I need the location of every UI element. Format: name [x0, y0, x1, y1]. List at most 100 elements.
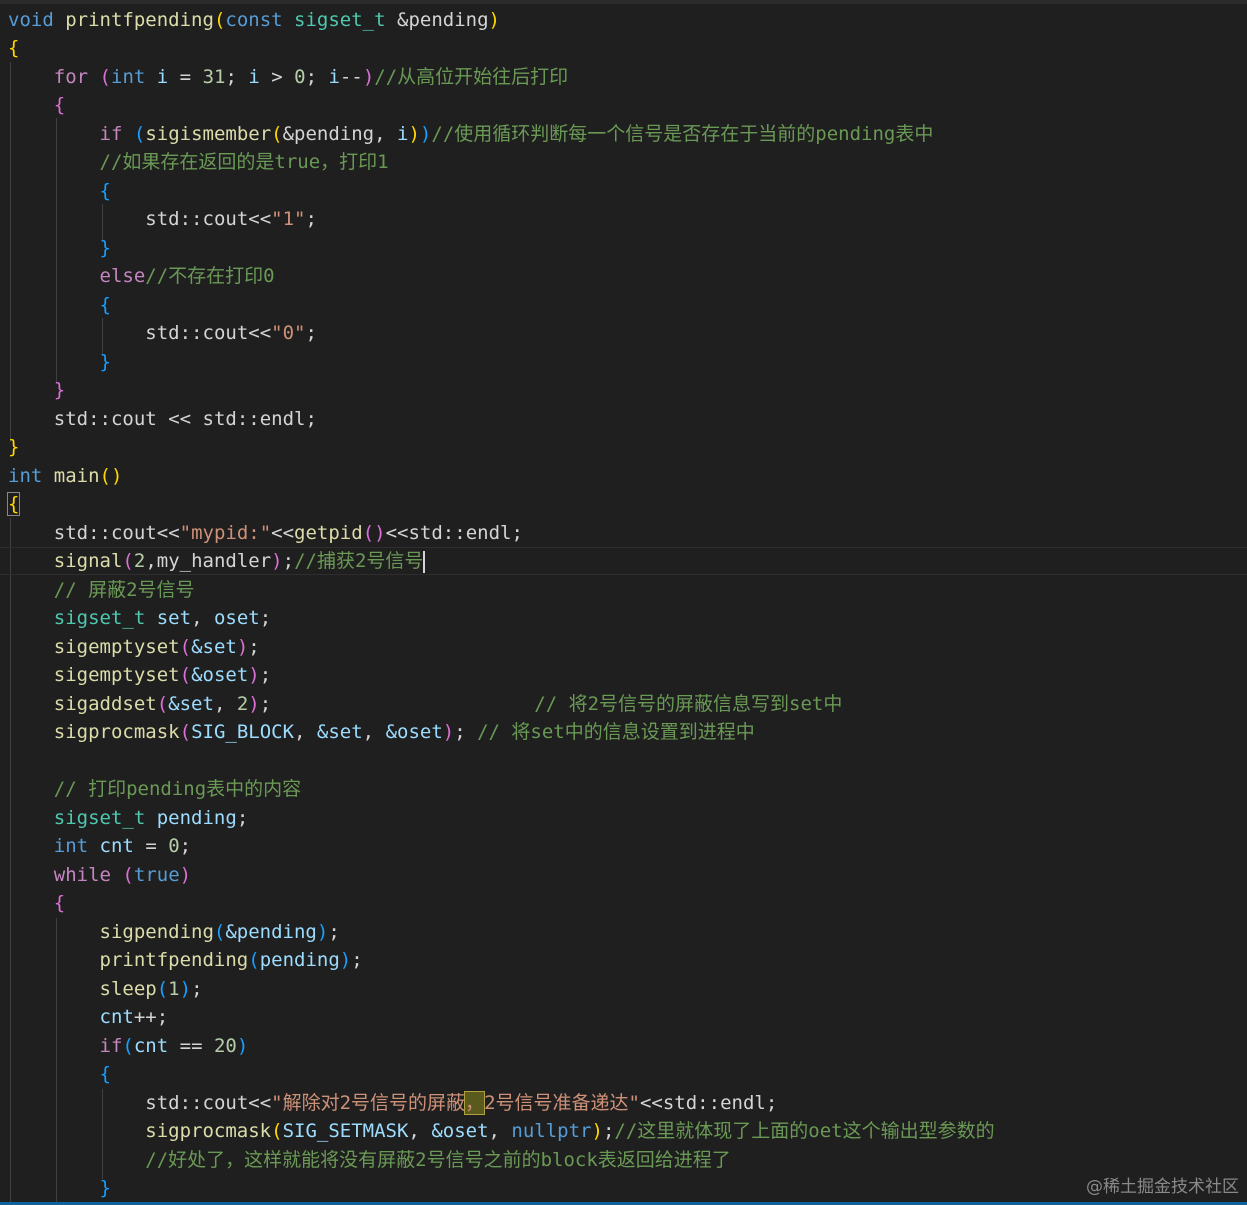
code-line-6: //如果存在返回的是true，打印1: [8, 148, 389, 176]
string-literal: "0": [271, 322, 306, 344]
operator: >: [259, 66, 295, 88]
comment: // 将set中的信息设置到进程中: [477, 721, 755, 743]
operator: <<: [248, 1092, 272, 1114]
bracket: }: [99, 237, 111, 259]
scope-operator: ::: [179, 1092, 203, 1114]
identifier: cout: [202, 322, 249, 344]
keyword: if: [99, 123, 123, 145]
punctuation: ;: [156, 1006, 169, 1028]
highlighted-character: ，: [464, 1091, 486, 1115]
bracket: (: [122, 550, 134, 572]
bracket: (: [122, 1035, 134, 1057]
punctuation: ;: [511, 522, 523, 544]
code-line-19: std::cout<<"mypid:"<<getpid()<<std::endl…: [8, 519, 523, 547]
string-literal: "1": [271, 208, 306, 230]
bracket: }: [53, 379, 66, 401]
punctuation: ;: [305, 408, 317, 430]
code-line-15: std::cout << std::endl;: [8, 405, 317, 433]
scope-operator: ::: [236, 408, 260, 430]
type-name: sigset_t: [294, 9, 386, 31]
argument: &oset: [385, 721, 443, 743]
watermark: @稀土掘金技术社区: [1086, 1177, 1239, 1197]
variable: pending: [156, 807, 237, 829]
number-literal: 2: [133, 550, 146, 572]
punctuation: ;: [602, 1120, 615, 1142]
code-line-3: for (int i = 31; i > 0; i--)//从高位开始往后打印: [8, 63, 568, 91]
scope-operator: ::: [179, 208, 203, 230]
operator: <<: [248, 322, 272, 344]
variable: cnt: [99, 835, 134, 857]
variable: i: [397, 123, 409, 145]
code-line-39: std::cout<<"解除对2号信号的屏蔽，2号信号准备递达"<<std::e…: [8, 1089, 777, 1117]
bracket: {: [53, 94, 66, 116]
variable: i: [328, 66, 340, 88]
comment: //从高位开始往后打印: [374, 66, 569, 88]
function-name: main: [53, 465, 100, 487]
bracket: {: [53, 892, 66, 914]
punctuation: ;: [259, 607, 272, 629]
code-line-14: }: [8, 376, 65, 404]
bracket: ): [408, 123, 420, 145]
keyword: nullptr: [511, 1120, 592, 1142]
argument: &pending: [282, 123, 375, 145]
scope-operator: ::: [442, 522, 466, 544]
bracket: (: [179, 636, 192, 658]
punctuation: ,: [213, 693, 237, 715]
bracket: (: [179, 721, 192, 743]
macro: SIG_SETMASK: [282, 1120, 409, 1142]
code-line-31: while (true): [8, 861, 191, 889]
bracket: }: [99, 351, 111, 373]
scope-operator: ::: [88, 408, 111, 430]
code-line-18: {: [6, 490, 21, 518]
macro: SIG_BLOCK: [191, 721, 295, 743]
code-line-24: sigemptyset(&oset);: [8, 661, 271, 689]
code-line-11: {: [8, 291, 111, 319]
function-call: signal: [53, 550, 123, 572]
operator: ++: [133, 1006, 157, 1028]
comment: //这里就体现了上面的oet这个输出型参数的: [614, 1120, 995, 1142]
punctuation: ;: [305, 208, 317, 230]
code-editor[interactable]: void printfpending(const sigset_t &pendi…: [0, 0, 1247, 1205]
bracket: }: [99, 1177, 111, 1199]
code-line-33: sigpending(&pending);: [8, 918, 340, 946]
bracket: {: [8, 37, 20, 59]
punctuation: ;: [328, 921, 340, 943]
editor-top-border: [0, 0, 1247, 4]
identifier: cout: [110, 408, 157, 430]
argument: &pending: [225, 921, 317, 943]
operator: =: [133, 835, 169, 857]
operator: <<: [156, 522, 180, 544]
argument: &set: [316, 721, 363, 743]
bracket: ): [419, 123, 432, 145]
code-line-37: if(cnt == 20): [8, 1032, 249, 1060]
punctuation: ;: [282, 550, 295, 572]
code-line-9: }: [8, 234, 111, 262]
operator: =: [168, 66, 203, 88]
argument: &set: [191, 636, 237, 658]
type-name: sigset_t: [53, 807, 146, 829]
bracket: ): [248, 693, 260, 715]
type-name: sigset_t: [53, 607, 146, 629]
namespace: std: [53, 408, 89, 430]
bracket: ): [591, 1120, 603, 1142]
code-line-35: sleep(1);: [8, 975, 203, 1003]
code-line-17: int main(): [8, 462, 122, 490]
punctuation: ;: [225, 66, 249, 88]
bracket: {: [99, 180, 111, 202]
number-literal: 0: [294, 66, 306, 88]
bracket: (: [248, 949, 260, 971]
code-line-10: else//不存在打印0: [8, 262, 275, 290]
code-line-34: printfpending(pending);: [8, 946, 363, 974]
identifier: cout: [110, 522, 157, 544]
code-line-29: sigset_t pending;: [8, 804, 249, 832]
argument: &oset: [191, 664, 249, 686]
code-line-21: // 屏蔽2号信号: [8, 576, 195, 604]
code-line-8: std::cout<<"1";: [8, 205, 317, 233]
comment: //如果存在返回的是true，打印1: [99, 151, 389, 173]
operator: <<: [271, 522, 295, 544]
keyword: true: [133, 864, 180, 886]
function-call: sigpending: [99, 921, 214, 943]
function-call: sleep: [99, 978, 157, 1000]
variable: i: [156, 66, 169, 88]
code-line-23: sigemptyset(&set);: [8, 633, 260, 661]
